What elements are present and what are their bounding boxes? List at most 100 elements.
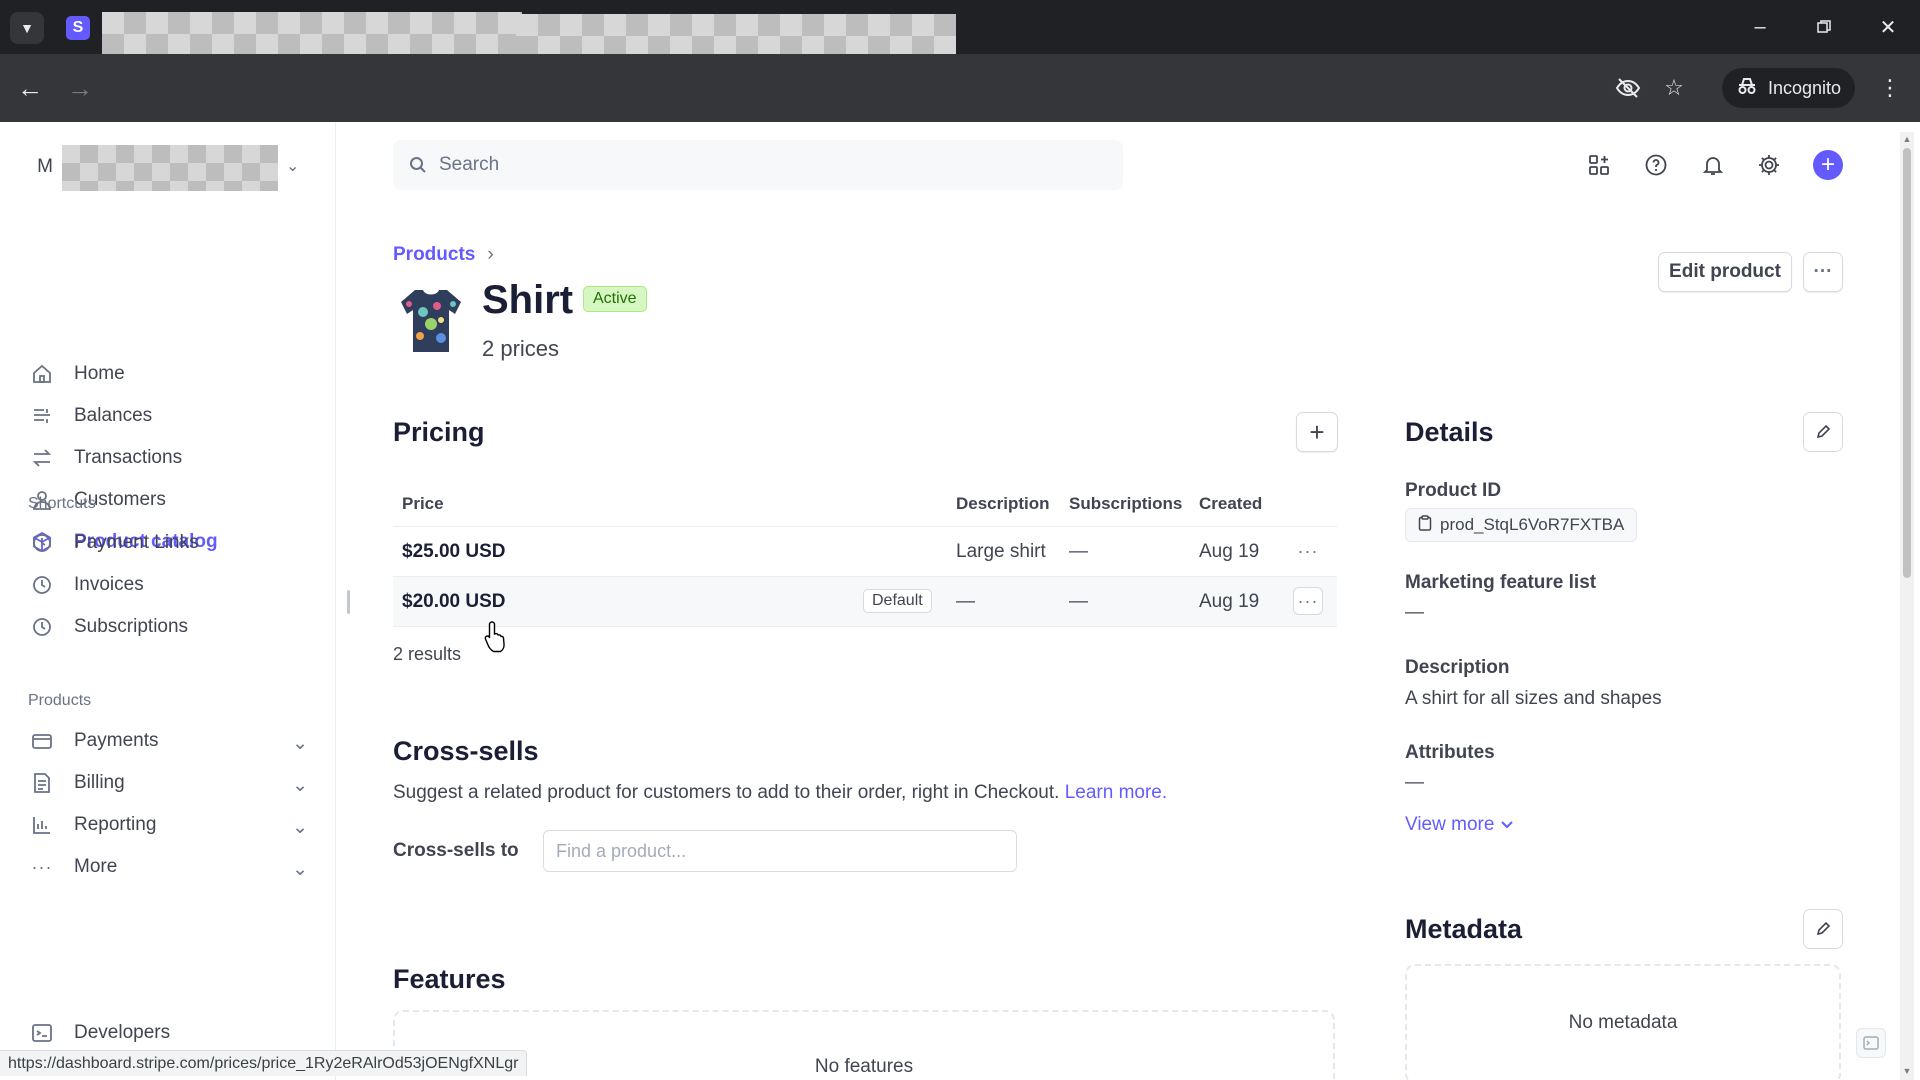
- link-status-bar: https://dashboard.stripe.com/prices/pric…: [0, 1050, 528, 1076]
- browser-menu-icon[interactable]: ⋮: [1872, 70, 1908, 106]
- sidebar-item-payments[interactable]: Payments ⌄: [28, 722, 308, 760]
- forward-icon[interactable]: →: [62, 70, 98, 106]
- status-badge: Active: [583, 286, 647, 312]
- tab-search-button[interactable]: ▼: [10, 12, 44, 44]
- sidebar-item-balances[interactable]: Balances: [28, 397, 308, 435]
- attributes-value: —: [1405, 772, 1424, 793]
- product-id-chip[interactable]: prod_StqL6VoR7FXTBA: [1405, 508, 1638, 542]
- bell-icon[interactable]: [1696, 148, 1730, 182]
- description-value: A shirt for all sizes and shapes: [1405, 688, 1662, 709]
- chevron-down-icon: ⌄: [292, 817, 308, 838]
- edit-metadata-pencil-icon[interactable]: [1803, 909, 1843, 949]
- edit-product-button[interactable]: Edit product: [1658, 252, 1792, 292]
- view-more-link[interactable]: View more: [1405, 814, 1514, 836]
- sidebar-item-transactions[interactable]: Transactions: [28, 439, 308, 477]
- account-switcher[interactable]: M ⌄: [28, 144, 299, 191]
- details-heading: Details: [1405, 417, 1494, 447]
- shortcut-invoices[interactable]: Invoices: [28, 566, 308, 604]
- sidebar-item-billing[interactable]: Billing ⌄: [28, 764, 308, 802]
- gear-icon[interactable]: [1752, 148, 1786, 182]
- help-icon[interactable]: [1639, 148, 1673, 182]
- find-product-input[interactable]: Find a product...: [543, 830, 1017, 872]
- table-row[interactable]: $25.00 USD Large shirt — Aug 19 ···: [393, 527, 1337, 577]
- incognito-indicator[interactable]: Incognito: [1722, 68, 1856, 108]
- column-header-price: Price: [402, 494, 444, 513]
- page-title: Shirt: [482, 278, 574, 322]
- prices-count: 2 prices: [482, 336, 560, 361]
- products-heading: Products: [28, 692, 92, 709]
- cross-sells-text: Suggest a related product for customers …: [393, 782, 1060, 803]
- chevron-down-icon: ⌄: [286, 158, 300, 175]
- sidebar-resize-handle[interactable]: [347, 590, 350, 614]
- back-icon[interactable]: ←: [12, 70, 48, 106]
- features-empty-text: No features: [814, 1056, 914, 1077]
- marketing-feature-list-value: —: [1405, 602, 1424, 623]
- chevron-down-icon: ⌄: [292, 775, 308, 796]
- metadata-heading: Metadata: [1405, 914, 1523, 944]
- sidebar-item-label: Billing: [74, 772, 125, 793]
- pricing-heading: Pricing: [393, 417, 485, 447]
- shortcut-subscriptions[interactable]: Subscriptions: [28, 608, 308, 646]
- sidebar-item-home[interactable]: Home: [28, 355, 308, 393]
- scroll-down-icon[interactable]: ▼: [1902, 1066, 1912, 1076]
- stripe-dashboard: M ⌄ Home Balances Transactions Customers…: [0, 122, 1920, 1080]
- tab-strip: ▼ S – ✕: [0, 0, 1920, 110]
- column-header-created: Created: [1199, 494, 1263, 513]
- row-actions-icon[interactable]: ···: [1293, 587, 1323, 615]
- column-header-description: Description: [956, 494, 1050, 513]
- cross-sells-heading: Cross-sells: [393, 736, 539, 766]
- minimize-icon[interactable]: –: [1740, 10, 1780, 44]
- close-window-icon[interactable]: ✕: [1868, 10, 1908, 44]
- tracking-protection-icon[interactable]: [1610, 70, 1646, 106]
- chevron-down-icon: [1500, 814, 1514, 836]
- breadcrumb-products-link[interactable]: Products: [393, 244, 475, 266]
- more-icon: ···: [31, 856, 53, 877]
- scrollbar-thumb[interactable]: [1903, 148, 1911, 578]
- features-heading: Features: [393, 964, 506, 994]
- create-plus-icon[interactable]: +: [1813, 150, 1843, 180]
- payments-icon: [28, 727, 56, 755]
- search-input[interactable]: Search: [393, 140, 1123, 190]
- column-header-subscriptions: Subscriptions: [1069, 494, 1183, 513]
- sidebar-item-label: Payment Links: [74, 532, 199, 553]
- results-count: 2 results: [393, 644, 462, 664]
- metadata-empty-text: No metadata: [1568, 1012, 1678, 1033]
- product-image: [393, 282, 469, 358]
- stripe-favicon-icon[interactable]: S: [66, 16, 90, 40]
- sidebar-item-reporting[interactable]: Reporting ⌄: [28, 806, 308, 844]
- sidebar-item-more[interactable]: ··· More ⌄: [28, 848, 309, 886]
- default-badge: Default: [863, 589, 932, 613]
- sidebar-item-label: Home: [74, 363, 125, 384]
- shortcut-payment-links[interactable]: Payment Links: [28, 524, 308, 562]
- add-price-icon[interactable]: +: [1296, 412, 1338, 452]
- assistant-panel-icon[interactable]: [1856, 1028, 1886, 1058]
- apps-icon[interactable]: [1582, 148, 1616, 182]
- account-initial: M: [37, 156, 53, 177]
- scroll-up-icon[interactable]: ▲: [1902, 134, 1912, 144]
- learn-more-link[interactable]: Learn more.: [1065, 782, 1167, 803]
- restore-icon[interactable]: [1804, 10, 1844, 44]
- cross-sells-label: Cross-sells to: [393, 840, 519, 861]
- product-id-value: prod_StqL6VoR7FXTBA: [1440, 515, 1625, 534]
- edit-details-pencil-icon[interactable]: [1803, 412, 1843, 452]
- description-cell: —: [956, 591, 975, 612]
- attributes-label: Attributes: [1405, 742, 1495, 763]
- bookmark-star-icon[interactable]: ☆: [1656, 70, 1692, 106]
- price-cell: $25.00 USD: [402, 541, 506, 562]
- sidebar-item-label: Payments: [74, 730, 159, 751]
- features-empty-state: No features: [393, 1010, 1335, 1080]
- view-more-label: View more: [1405, 814, 1495, 835]
- chevron-down-icon: ⌄: [292, 733, 308, 754]
- table-row[interactable]: $20.00 USD Default — — Aug 19 ···: [393, 577, 1337, 627]
- incognito-icon: [1736, 76, 1758, 101]
- sidebar-item-label: Developers: [74, 1022, 171, 1043]
- sidebar-item-developers[interactable]: Developers: [28, 1014, 308, 1052]
- shortcuts-heading: Shortcuts: [28, 495, 96, 512]
- browser-toolbar: ← → ☆ Incognito ⋮: [0, 54, 1920, 122]
- clock-icon: [28, 613, 56, 641]
- redacted-account-name: [62, 145, 278, 191]
- more-actions-icon[interactable]: ···: [1803, 252, 1843, 292]
- row-actions-icon[interactable]: ···: [1293, 537, 1323, 565]
- page-scrollbar[interactable]: ▲ ▼: [1900, 132, 1914, 1080]
- description-cell: Large shirt: [956, 541, 1046, 562]
